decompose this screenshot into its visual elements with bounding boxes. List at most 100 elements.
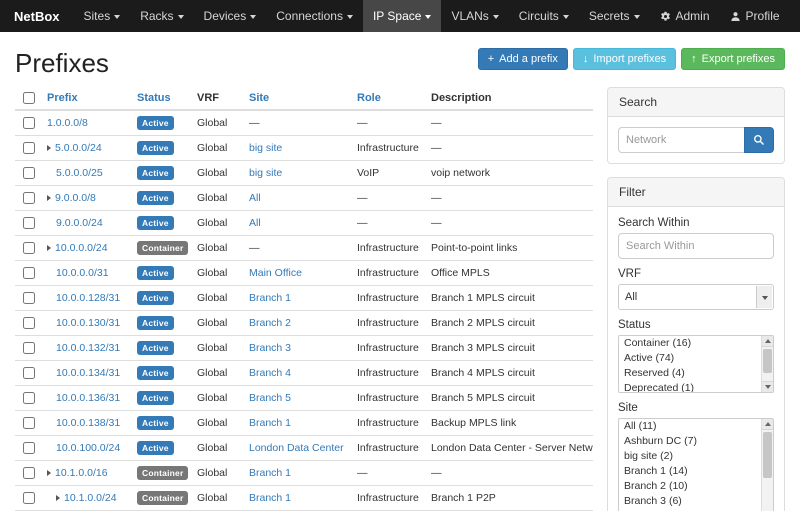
site-link[interactable]: Main Office	[249, 267, 302, 279]
scroll-up-button[interactable]	[762, 419, 773, 430]
add-prefix-button[interactable]: + Add a prefix	[478, 48, 568, 70]
prefix-link[interactable]: 10.0.0.132/31	[56, 342, 120, 354]
prefix-link[interactable]: 10.0.0.136/31	[56, 392, 120, 404]
select-all-checkbox[interactable]	[23, 92, 35, 104]
row-checkbox[interactable]	[23, 367, 35, 379]
scroll-thumb[interactable]	[763, 349, 772, 373]
column-header-site[interactable]: Site	[243, 87, 351, 110]
nav-item-circuits[interactable]: Circuits	[509, 0, 579, 32]
export-prefixes-button[interactable]: ↑ Export prefixes	[681, 48, 785, 70]
scroll-down-button[interactable]	[762, 381, 773, 392]
scroll-up-button[interactable]	[762, 336, 773, 347]
filter-option[interactable]: Ashburn DC (7)	[619, 434, 773, 449]
row-checkbox[interactable]	[23, 417, 35, 429]
row-checkbox[interactable]	[23, 442, 35, 454]
prefix-link[interactable]: 10.0.0.130/31	[56, 317, 120, 329]
nav-item-racks[interactable]: Racks	[130, 0, 193, 32]
row-checkbox[interactable]	[23, 217, 35, 229]
filter-option[interactable]: Branch 3 (6)	[619, 494, 773, 509]
nav-item-devices[interactable]: Devices	[194, 0, 267, 32]
prefix-link[interactable]: 9.0.0.0/24	[56, 217, 103, 229]
nav-item-secrets[interactable]: Secrets	[579, 0, 650, 32]
chevron-down-icon	[347, 15, 353, 19]
status-badge: Active	[137, 116, 174, 130]
prefix-link[interactable]: 10.1.0.0/24	[64, 492, 117, 504]
nav-item-admin[interactable]: Admin	[650, 0, 720, 32]
site-link[interactable]: Branch 1	[249, 492, 291, 504]
row-checkbox[interactable]	[23, 267, 35, 279]
filter-option[interactable]: Active (74)	[619, 351, 773, 366]
filter-option[interactable]: Branch 1 (14)	[619, 464, 773, 479]
row-checkbox[interactable]	[23, 292, 35, 304]
site-link[interactable]: Branch 5	[249, 392, 291, 404]
filter-option[interactable]: Reserved (4)	[619, 366, 773, 381]
nav-item-connections[interactable]: Connections	[266, 0, 363, 32]
site-link[interactable]: Branch 1	[249, 417, 291, 429]
scroll-thumb[interactable]	[763, 432, 772, 478]
add-prefix-label: Add a prefix	[499, 53, 558, 65]
site-link[interactable]: big site	[249, 142, 282, 154]
prefix-link[interactable]: 10.0.0.138/31	[56, 417, 120, 429]
filter-option[interactable]: Container (16)	[619, 336, 773, 351]
filter-option[interactable]: Deprecated (1)	[619, 381, 773, 393]
search-input[interactable]	[618, 127, 744, 153]
site-link[interactable]: Branch 4	[249, 367, 291, 379]
import-prefixes-button[interactable]: ↓ Import prefixes	[573, 48, 676, 70]
status-cell: Active	[131, 136, 191, 161]
site-link[interactable]: Branch 3	[249, 342, 291, 354]
prefix-link[interactable]: 10.1.0.0/16	[55, 467, 108, 479]
nav-menu: SitesRacksDevicesConnections IP Space VLAN…	[74, 0, 650, 32]
nav-item-vlans[interactable]: VLANs	[441, 0, 508, 32]
row-checkbox[interactable]	[23, 117, 35, 129]
prefix-link[interactable]: 10.0.0.134/31	[56, 367, 120, 379]
row-checkbox[interactable]	[23, 317, 35, 329]
nav-item-sites[interactable]: Sites	[74, 0, 131, 32]
description-cell: Branch 4 MPLS circuit	[425, 361, 593, 386]
netbox-logo[interactable]: NetBox	[0, 0, 74, 32]
prefix-link[interactable]: 5.0.0.0/24	[55, 142, 102, 154]
site-link[interactable]: All	[249, 192, 261, 204]
site-link[interactable]: London Data Center	[249, 442, 344, 454]
prefix-cell: 10.0.0.136/31	[41, 386, 131, 411]
description-cell: —	[425, 461, 593, 486]
filter-option[interactable]: big site (2)	[619, 449, 773, 464]
nav-item-label: IP Space	[373, 9, 421, 23]
prefix-link[interactable]: 1.0.0.0/8	[47, 117, 88, 129]
nav-item-profile[interactable]: Profile	[720, 0, 790, 32]
chevron-down-icon	[114, 15, 120, 19]
site-link[interactable]: Branch 1	[249, 467, 291, 479]
nav-item-log-out[interactable]: Log out	[790, 0, 800, 32]
prefix-link[interactable]: 9.0.0.0/8	[55, 192, 96, 204]
row-checkbox[interactable]	[23, 492, 35, 504]
table-row: 10.1.0.0/16ContainerGlobalBranch 1——	[15, 461, 593, 486]
vrf-select[interactable]: All	[618, 284, 774, 310]
column-header-prefix[interactable]: Prefix	[41, 87, 131, 110]
column-header-status[interactable]: Status	[131, 87, 191, 110]
column-header-role[interactable]: Role	[351, 87, 425, 110]
search-within-input[interactable]	[618, 233, 774, 259]
prefix-link[interactable]: 10.0.0.0/31	[56, 267, 109, 279]
vrf-cell: Global	[191, 136, 243, 161]
filter-option[interactable]: All (11)	[619, 419, 773, 434]
table-row: 10.0.0.128/31ActiveGlobalBranch 1Infrast…	[15, 286, 593, 311]
row-checkbox[interactable]	[23, 242, 35, 254]
search-button[interactable]	[744, 127, 774, 153]
row-checkbox[interactable]	[23, 142, 35, 154]
site-link[interactable]: All	[249, 217, 261, 229]
prefix-link[interactable]: 10.0.0.0/24	[55, 242, 108, 254]
nav-item-ip-space[interactable]: IP Space	[363, 0, 441, 32]
site-link[interactable]: Branch 2	[249, 317, 291, 329]
site-link[interactable]: big site	[249, 167, 282, 179]
prefix-link[interactable]: 5.0.0.0/25	[56, 167, 103, 179]
site-link[interactable]: Branch 1	[249, 292, 291, 304]
prefix-link[interactable]: 10.0.100.0/24	[56, 442, 120, 454]
nav-item-label: Circuits	[519, 9, 559, 23]
row-checkbox[interactable]	[23, 192, 35, 204]
prefix-link[interactable]: 10.0.0.128/31	[56, 292, 120, 304]
row-checkbox[interactable]	[23, 392, 35, 404]
row-checkbox[interactable]	[23, 467, 35, 479]
row-checkbox[interactable]	[23, 167, 35, 179]
row-checkbox[interactable]	[23, 342, 35, 354]
filter-option[interactable]: Branch 2 (10)	[619, 479, 773, 494]
role-cell: Infrastructure	[351, 361, 425, 386]
